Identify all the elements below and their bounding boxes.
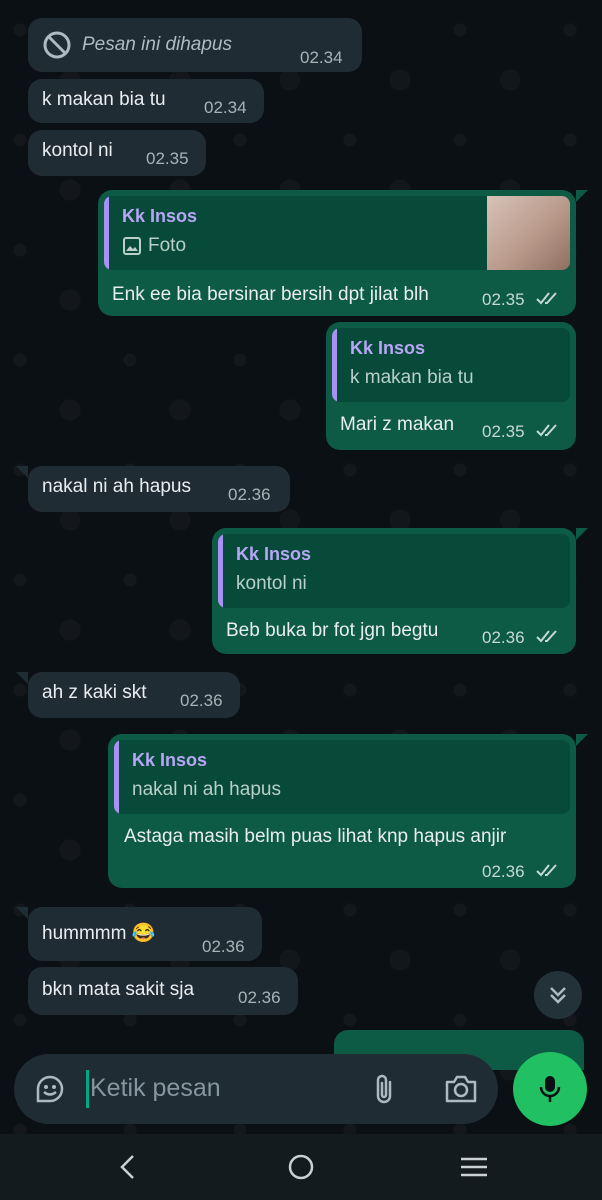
camera-icon[interactable] [444,1074,478,1104]
message-text: k makan bia tu [42,89,166,110]
message-incoming[interactable]: nakal ni ah hapus 02.36 [28,466,290,512]
message-incoming[interactable]: kontol ni 02.35 [28,130,206,176]
message-time: 02.36 [202,937,245,956]
message-incoming[interactable]: ah z kaki skt 02.36 [28,672,240,718]
message-text: nakal ni ah hapus [42,476,191,497]
message-text: hummmm 😂 [42,923,156,944]
home-icon[interactable] [286,1152,316,1182]
back-icon[interactable] [116,1152,140,1182]
quoted-message[interactable]: Kk Insos Foto [104,196,570,270]
message-time: 02.35 [482,422,525,441]
bubble-tail [16,466,28,478]
microphone-icon [539,1076,561,1102]
message-incoming[interactable]: k makan bia tu 02.34 [28,79,264,123]
microphone-button[interactable] [513,1052,587,1126]
message-text: Pesan ini dihapus [82,34,232,55]
message-time: 02.36 [482,628,525,647]
quote-author: Kk Insos [132,750,208,770]
message-time: 02.36 [238,988,281,1007]
message-outgoing[interactable]: Kk Insos kontol ni Beb buka br fot jgn b… [212,528,576,654]
quoted-message[interactable]: Kk Insos k makan bia tu [332,328,570,402]
message-time: 02.36 [482,862,525,881]
quote-text: Foto [148,235,187,256]
message-time: 02.35 [482,290,525,309]
message-text: kontol ni [42,140,113,161]
message-input-bar[interactable]: Ketik pesan [14,1054,498,1124]
message-incoming[interactable]: hummmm 😂 02.36 [28,907,262,961]
message-incoming[interactable]: bkn mata sakit sja 02.36 [28,967,298,1015]
message-text: Enk ee bia bersinar bersih dpt jilat blh [112,284,429,305]
message-time: 02.34 [204,98,247,117]
message-text: Mari z makan [340,414,455,435]
message-text: bkn mata sakit sja [42,979,195,1000]
read-ticks-icon [536,424,557,437]
message-outgoing[interactable]: Kk Insos nakal ni ah hapus Astaga masih … [108,734,576,888]
text-caret [86,1070,89,1108]
bubble-tail [16,672,28,684]
double-chevron-down-icon [550,987,566,1004]
quote-thumbnail [487,196,570,270]
message-outgoing[interactable]: Kk Insos Foto Enk ee bia bersinar bersih… [98,190,576,316]
quote-author: Kk Insos [350,338,426,358]
read-ticks-icon [536,630,557,643]
bubble-tail [576,528,588,540]
paperclip-icon[interactable] [370,1072,400,1106]
message-incoming-deleted[interactable]: Pesan ini dihapus 02.34 [28,18,362,72]
read-ticks-icon [536,292,557,305]
quote-text: k makan bia tu [350,367,474,388]
sticker-icon[interactable] [34,1073,66,1105]
scroll-to-bottom-button[interactable] [534,971,582,1019]
message-time: 02.35 [146,149,189,168]
quote-text: nakal ni ah hapus [132,779,281,800]
quote-author: Kk Insos [236,544,312,564]
bubble-tail [16,907,28,919]
blocked-icon [43,31,71,59]
quote-text: kontol ni [236,573,307,594]
message-text: Beb buka br fot jgn begtu [226,620,439,641]
recents-icon[interactable] [458,1152,490,1182]
bubble-tail [576,190,588,202]
message-text: Astaga masih belm puas lihat knp hapus a… [124,826,507,847]
quoted-message[interactable]: Kk Insos kontol ni [218,534,570,608]
message-text: ah z kaki skt [42,682,147,703]
message-input[interactable]: Ketik pesan [90,1074,221,1103]
image-icon [123,237,141,255]
bubble-tail [576,734,588,746]
system-navigation-bar [0,1134,602,1200]
message-time: 02.34 [300,48,343,67]
quoted-message[interactable]: Kk Insos nakal ni ah hapus [114,740,570,814]
quote-author: Kk Insos [122,206,198,226]
message-outgoing[interactable]: Kk Insos k makan bia tu Mari z makan 02.… [326,322,576,450]
message-time: 02.36 [228,485,271,504]
read-ticks-icon [536,864,557,877]
message-time: 02.36 [180,691,223,710]
